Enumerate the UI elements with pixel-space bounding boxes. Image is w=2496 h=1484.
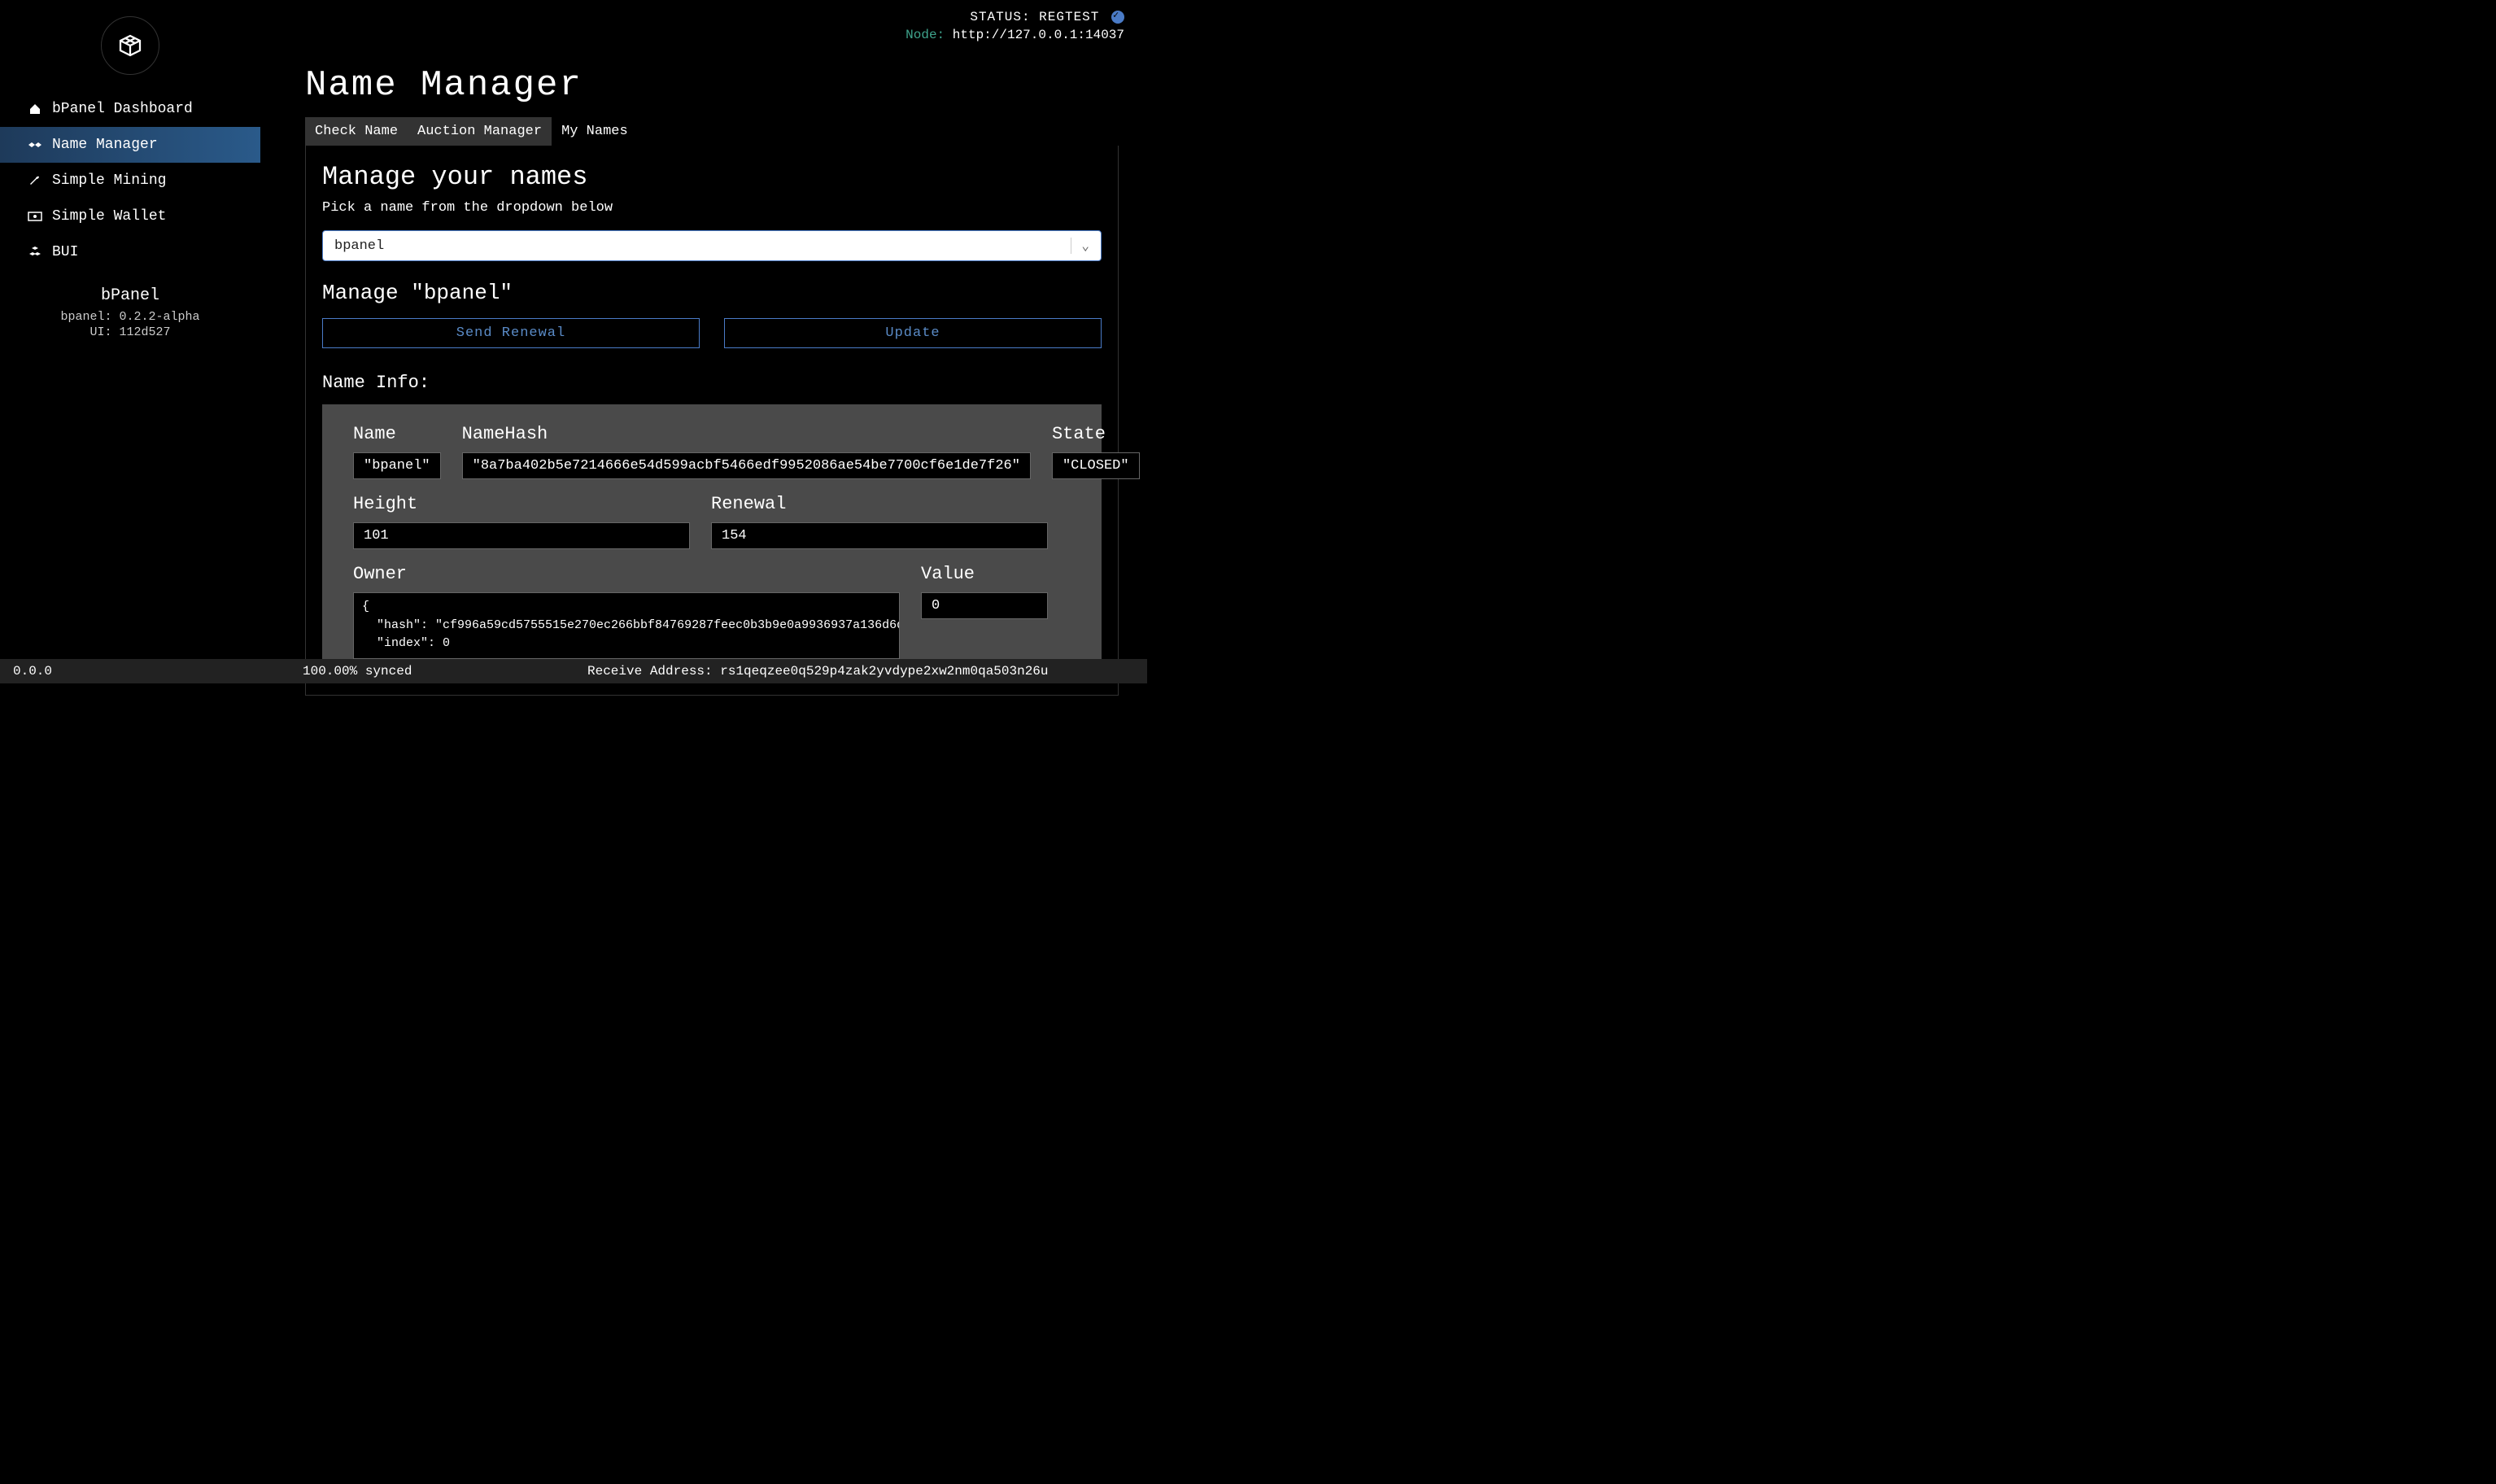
sidebar-item-dashboard[interactable]: bPanel Dashboard: [0, 91, 260, 127]
manage-heading: Manage "bpanel": [322, 281, 1102, 305]
sidebar-item-label: Simple Wallet: [52, 208, 166, 225]
statusbar: 0.0.0 100.00% synced Receive Address: rs…: [0, 659, 1147, 683]
namehash-label: NameHash: [462, 424, 1031, 444]
sidebar-item-simple-mining[interactable]: Simple Mining: [0, 163, 260, 199]
statusbar-address: Receive Address: rs1qeqzee0q529p4zak2yvd…: [587, 664, 1134, 679]
logo-icon: [116, 31, 145, 60]
send-renewal-button[interactable]: Send Renewal: [322, 318, 700, 348]
cubes-icon: [28, 246, 42, 259]
name-dropdown[interactable]: bpanel ⌄: [322, 230, 1102, 261]
chevron-down-icon: ⌄: [1071, 238, 1089, 254]
value-value[interactable]: 0: [921, 592, 1048, 619]
name-label: Name: [353, 424, 441, 444]
value-label: Value: [921, 564, 1048, 584]
sidebar-item-simple-wallet[interactable]: Simple Wallet: [0, 199, 260, 234]
status-text: STATUS: REGTEST: [905, 10, 1124, 24]
section-subtitle: Pick a name from the dropdown below: [322, 200, 1102, 216]
status-check-icon: [1111, 11, 1124, 24]
info-card: Name "bpanel" NameHash "8a7ba402b5e72146…: [322, 404, 1102, 679]
dropdown-value: bpanel: [334, 238, 384, 254]
namehash-value[interactable]: "8a7ba402b5e7214666e54d599acbf5466edf995…: [462, 452, 1031, 479]
home-icon: [28, 103, 42, 116]
state-value[interactable]: "CLOSED": [1052, 452, 1140, 479]
section-title: Manage your names: [322, 162, 1102, 192]
tab-my-names[interactable]: My Names: [552, 117, 638, 146]
owner-label: Owner: [353, 564, 900, 584]
statusbar-version: 0.0.0: [13, 664, 303, 679]
sidebar: bPanel Dashboard Name Manager Simple Min…: [0, 0, 260, 659]
wrench-icon: [28, 174, 42, 187]
renewal-label: Renewal: [711, 494, 1048, 514]
info-title: Name Info:: [322, 373, 1102, 393]
sidebar-item-name-manager[interactable]: Name Manager: [0, 127, 260, 163]
handshake-icon: [28, 139, 42, 151]
ui-version: UI: 112d527: [0, 325, 260, 339]
height-label: Height: [353, 494, 690, 514]
statusbar-sync: 100.00% synced: [303, 664, 587, 679]
sidebar-item-bui[interactable]: BUI: [0, 234, 260, 270]
app-title: bPanel: [0, 286, 260, 305]
sidebar-item-label: bPanel Dashboard: [52, 101, 193, 117]
wallet-icon: [28, 211, 42, 222]
update-button[interactable]: Update: [724, 318, 1102, 348]
sidebar-item-label: Simple Mining: [52, 172, 166, 189]
height-value[interactable]: 101: [353, 522, 690, 549]
app-version: bpanel: 0.2.2-alpha: [0, 310, 260, 324]
app-info: bPanel bpanel: 0.2.2-alpha UI: 112d527: [0, 286, 260, 339]
state-label: State: [1052, 424, 1140, 444]
app-logo: [101, 16, 159, 75]
owner-value[interactable]: { "hash": "cf996a59cd5755515e270ec266bbf…: [353, 592, 900, 659]
sidebar-item-label: Name Manager: [52, 137, 158, 153]
renewal-value[interactable]: 154: [711, 522, 1048, 549]
node-info: Node: http://127.0.0.1:14037: [905, 28, 1124, 42]
page-title: Name Manager: [305, 65, 1119, 106]
tabs: Check Name Auction Manager My Names: [305, 117, 638, 146]
tab-check-name[interactable]: Check Name: [305, 117, 408, 146]
tab-auction-manager[interactable]: Auction Manager: [408, 117, 552, 146]
sidebar-item-label: BUI: [52, 244, 78, 260]
name-value[interactable]: "bpanel": [353, 452, 441, 479]
